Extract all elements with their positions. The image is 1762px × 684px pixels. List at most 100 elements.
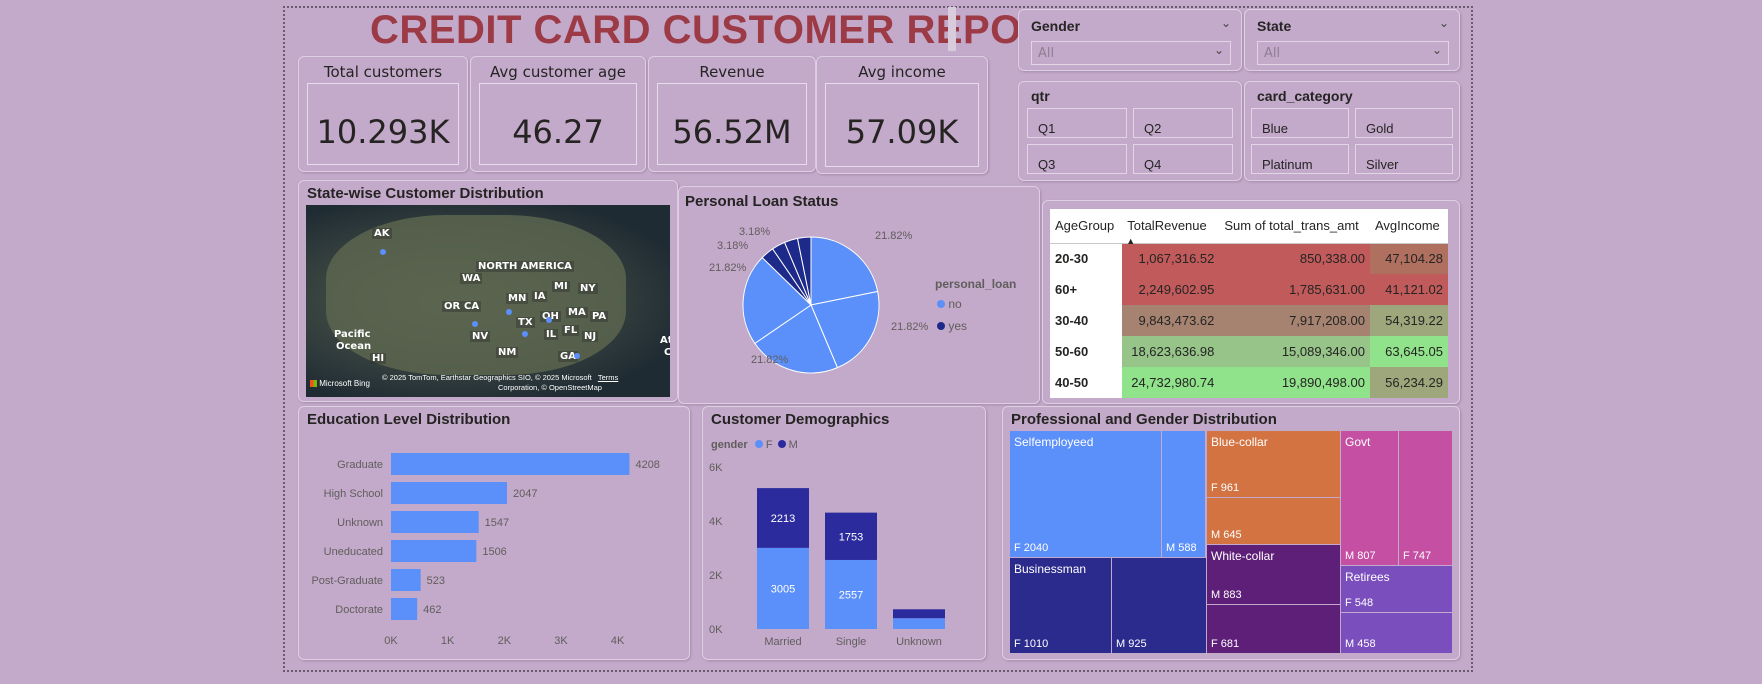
matrix-header-trans[interactable]: Sum of total_trans_amt [1219, 209, 1370, 244]
education-bar[interactable] [391, 482, 507, 504]
treemap-title: Professional and Gender Distribution [1011, 411, 1277, 428]
matrix-row[interactable]: 30-40 9,843,473.62 7,917,208.00 54,319.22 [1050, 305, 1448, 336]
treemap-cell-whitecollar-f[interactable]: F 681 [1207, 605, 1341, 653]
map-label: FL [562, 325, 580, 336]
qtr-tile-q2[interactable]: Q2 [1133, 108, 1233, 138]
state-dropdown[interactable]: All ⌄ [1257, 41, 1449, 65]
demographics-bar-f[interactable] [893, 618, 945, 629]
treemap-chart[interactable]: Selfemployeed F 2040 M 588 Blue-collar F… [1010, 431, 1452, 653]
matrix-cell-agegroup: 60+ [1050, 274, 1123, 305]
education-bar[interactable] [391, 598, 418, 620]
map-label: AK [372, 228, 392, 239]
report-title: CREDIT CARD CUSTOMER REPORT [370, 8, 1077, 52]
loan-legend-item-no[interactable]: no [937, 297, 962, 311]
category-label: Married [764, 636, 801, 648]
y-tick-label: 0K [709, 624, 723, 636]
education-bar[interactable] [391, 511, 479, 533]
kpi-value: 46.27 [512, 113, 604, 151]
treemap-cell-selfemployed-m[interactable]: M 588 [1162, 431, 1206, 558]
map-bubble[interactable] [472, 321, 478, 327]
matrix-cell-trans: 15,089,346.00 [1219, 336, 1370, 367]
map-canvas[interactable]: AK NORTH AMERICA WA MI NY OR CA MN IA OH… [306, 205, 670, 397]
map-label: TX [516, 317, 535, 328]
slicer-title: Gender [1031, 18, 1081, 34]
matrix-cell-trans: 7,917,208.00 [1219, 305, 1370, 336]
matrix-cell-revenue: 1,067,316.52 [1122, 243, 1220, 274]
pie-data-label: 3.18% [739, 226, 770, 238]
map-bubble[interactable] [522, 331, 528, 337]
card-tile-platinum[interactable]: Platinum [1251, 144, 1349, 174]
matrix-cell-revenue: 2,249,602.95 [1122, 274, 1220, 305]
pie-data-label: 21.82% [891, 321, 929, 333]
kpi-card-avg-income[interactable]: Avg income 57.09K [816, 56, 988, 174]
kpi-label: Revenue [699, 63, 765, 81]
card-tile-gold[interactable]: Gold [1355, 108, 1453, 138]
loan-legend-item-yes[interactable]: yes [937, 319, 967, 333]
qtr-tile-q3[interactable]: Q3 [1027, 144, 1127, 174]
matrix-row[interactable]: 40-50 24,732,980.74 19,890,498.00 56,234.29 [1050, 367, 1448, 398]
kpi-card-revenue[interactable]: Revenue 56.52M [648, 56, 816, 172]
matrix-header-totalrevenue[interactable]: TotalRevenue ▲ [1122, 209, 1220, 246]
gender-dropdown[interactable]: All ⌄ [1031, 41, 1231, 65]
qtr-tile-q1[interactable]: Q1 [1027, 108, 1127, 138]
collapse-chevron-icon[interactable]: ⌄ [1221, 16, 1231, 30]
matrix-row[interactable]: 20-30 1,067,316.52 850,338.00 47,104.28 [1050, 243, 1448, 274]
education-bar[interactable] [391, 569, 421, 591]
treemap-cell-retirees-m[interactable]: M 458 [1341, 613, 1452, 653]
kpi-label: Total customers [323, 63, 443, 81]
matrix-row[interactable]: 60+ 2,249,602.95 1,785,631.00 41,121.02 [1050, 274, 1448, 305]
treemap-cell-whitecollar-m[interactable]: White-collar M 883 [1207, 545, 1341, 605]
matrix-header-avgincome[interactable]: AvgIncome [1369, 209, 1448, 244]
map-bubble[interactable] [546, 317, 552, 323]
card-tile-blue[interactable]: Blue [1251, 108, 1349, 138]
terms-link[interactable]: Terms [598, 373, 618, 382]
x-tick-label: 4K [611, 635, 625, 647]
kpi-label: Avg income [858, 63, 946, 81]
map-label: Ocean [336, 341, 372, 352]
matrix-cell-revenue: 18,623,636.98 [1122, 336, 1220, 367]
map-label: MI [552, 281, 570, 292]
card-category-slicer[interactable]: card_category Blue Gold Platinum Silver [1244, 81, 1460, 181]
gender-slicer[interactable]: Gender ⌄ All ⌄ [1018, 9, 1242, 71]
treemap-cell-bluecollar-m[interactable]: M 645 [1207, 498, 1341, 545]
personal-loan-visual[interactable]: Personal Loan Status 21.82% 21.82% 21.82% 2… [678, 186, 1040, 404]
matrix-row[interactable]: 50-60 18,623,636.98 15,089,346.00 63,645.05 [1050, 336, 1448, 367]
treemap-cell-selfemployed-f[interactable]: Selfemployeed F 2040 [1010, 431, 1162, 558]
collapse-chevron-icon[interactable]: ⌄ [1439, 16, 1449, 30]
card-tile-silver[interactable]: Silver [1355, 144, 1453, 174]
state-slicer[interactable]: State ⌄ All ⌄ [1244, 9, 1460, 71]
treemap-cell-bluecollar-f[interactable]: Blue-collar F 961 [1207, 431, 1341, 498]
map-bubble[interactable] [506, 309, 512, 315]
treemap-cell-govt-m[interactable]: Govt M 807 [1341, 431, 1399, 566]
matrix-header-agegroup[interactable]: AgeGroup [1050, 209, 1123, 244]
map-label: IL [544, 329, 559, 340]
map-bubble[interactable] [380, 249, 386, 255]
map-label: C [664, 347, 670, 358]
education-bar-chart[interactable]: Graduate 4208 High School 2047 Unknown 1547 Un… [299, 407, 691, 661]
kpi-card-total-customers[interactable]: Total customers 10.293K [298, 56, 468, 172]
kpi-card-avg-age[interactable]: Avg customer age 46.27 [470, 56, 646, 172]
loan-pie-chart[interactable]: 21.82% 21.82% 21.82% 21.82% 3.18% 3.18% [679, 187, 1041, 405]
demographics-bar-m[interactable] [893, 609, 945, 619]
map-label: NJ [582, 331, 599, 342]
pie-data-label: 21.82% [751, 354, 789, 366]
matrix-cell-income: 54,319.22 [1369, 305, 1448, 336]
qtr-slicer[interactable]: qtr Q1 Q2 Q3 Q4 [1018, 81, 1242, 181]
treemap-cell-govt-f[interactable]: F 747 [1399, 431, 1452, 566]
education-bar[interactable] [391, 540, 477, 562]
qtr-tile-q4[interactable]: Q4 [1133, 144, 1233, 174]
category-label: Uneducated [324, 546, 383, 558]
treemap-cell-businessman-f[interactable]: Businessman F 1010 [1010, 558, 1112, 653]
treemap-cell-retirees-f[interactable]: Retirees F 548 [1341, 566, 1452, 613]
education-bar[interactable] [391, 453, 630, 475]
map-bubble[interactable] [574, 353, 580, 359]
education-visual[interactable]: Education Level Distribution Graduate 420… [298, 406, 690, 660]
data-label: 1547 [485, 517, 509, 529]
treemap-cell-businessman-m[interactable]: M 925 [1112, 558, 1207, 653]
demographics-visual[interactable]: Customer Demographics gender F M 0K 2K 4K 6… [702, 406, 986, 660]
demographics-stacked-chart[interactable]: 0K 2K 4K 6K 3005 2213 Married 2557 1753 Single Unk… [703, 407, 987, 661]
category-label: Graduate [337, 459, 383, 471]
map-label: CA [462, 301, 482, 312]
title-scroll-indicator [948, 7, 956, 51]
data-label: 2047 [513, 488, 537, 500]
